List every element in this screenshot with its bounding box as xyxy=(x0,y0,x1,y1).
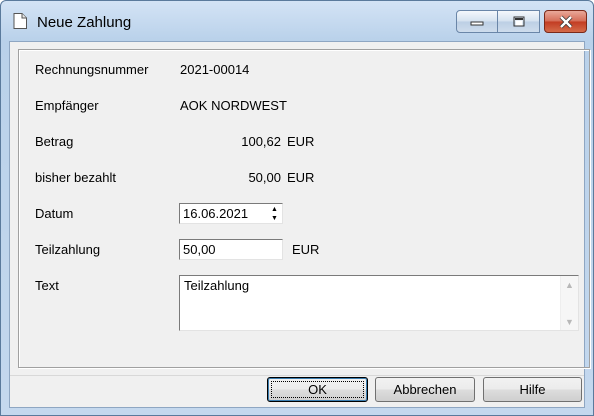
spin-up-icon[interactable]: ▲ xyxy=(268,205,281,214)
cancel-button[interactable]: Abbrechen xyxy=(375,377,475,402)
betrag-unit: EUR xyxy=(287,134,315,149)
spin-down-icon[interactable]: ▼ xyxy=(268,214,281,223)
empfaenger-label: Empfänger xyxy=(35,98,99,113)
scroll-up-icon[interactable]: ▲ xyxy=(561,276,578,293)
minimize-icon xyxy=(470,21,484,25)
datum-label: Datum xyxy=(35,206,74,221)
bisher-bezahlt-label: bisher bezahlt xyxy=(35,170,116,185)
teilzahlung-label: Teilzahlung xyxy=(35,242,101,257)
maximize-icon xyxy=(513,16,524,26)
text-area-value: Teilzahlung xyxy=(184,278,250,293)
betrag-label: Betrag xyxy=(35,134,74,149)
button-divider xyxy=(10,375,584,376)
bisher-bezahlt-unit: EUR xyxy=(287,170,315,185)
text-scrollbar[interactable]: ▲ ▼ xyxy=(560,276,578,330)
maximize-button[interactable] xyxy=(498,10,540,33)
title-bar[interactable]: Neue Zahlung xyxy=(1,1,593,41)
rechnungsnummer-value: 2021-00014 xyxy=(180,62,250,77)
date-spinner[interactable]: ▲ ▼ xyxy=(268,205,281,223)
minimize-button[interactable] xyxy=(456,10,498,33)
teilzahlung-unit: EUR xyxy=(292,242,320,257)
help-button[interactable]: Hilfe xyxy=(483,377,582,402)
close-icon xyxy=(559,15,572,28)
text-label: Text xyxy=(35,278,59,293)
rechnungsnummer-label: Rechnungsnummer xyxy=(35,62,149,77)
ok-button-label: OK xyxy=(308,382,327,397)
help-button-label: Hilfe xyxy=(519,382,546,397)
ok-button[interactable]: OK xyxy=(267,377,368,402)
scroll-down-icon[interactable]: ▼ xyxy=(561,313,578,330)
datum-value: 16.06.2021 xyxy=(183,206,249,221)
document-icon xyxy=(13,13,27,29)
close-button[interactable] xyxy=(544,10,587,33)
cancel-button-label: Abbrechen xyxy=(393,382,457,397)
dialog-client-area: Rechnungsnummer 2021-00014 Empfänger AOK… xyxy=(9,41,590,408)
text-area[interactable]: Teilzahlung ▲ ▼ xyxy=(179,275,579,331)
payment-dialog: Neue Zahlung Rechnungsnummer 2021-00014 … xyxy=(0,0,594,416)
form-panel: Rechnungsnummer 2021-00014 Empfänger AOK… xyxy=(18,49,590,368)
empfaenger-value: AOK NORDWEST xyxy=(180,98,287,113)
teilzahlung-value: 50,00 xyxy=(183,242,216,257)
betrag-value: 100,62 xyxy=(241,134,281,149)
bisher-bezahlt-value: 50,00 xyxy=(248,170,281,185)
teilzahlung-input[interactable]: 50,00 xyxy=(179,239,283,260)
window-title: Neue Zahlung xyxy=(37,14,132,31)
datum-picker[interactable]: 16.06.2021 ▲ ▼ xyxy=(179,203,283,224)
